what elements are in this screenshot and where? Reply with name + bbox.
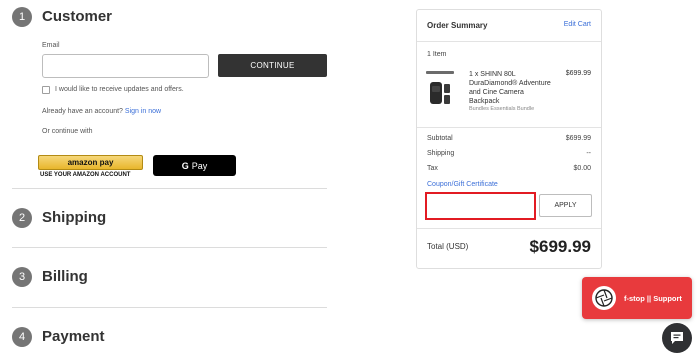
or-continue-text: Or continue with xyxy=(42,128,93,135)
product-price: $699.99 xyxy=(565,70,591,77)
subtotal-label: Subtotal xyxy=(427,135,453,142)
step-number-payment: 4 xyxy=(12,327,32,347)
edit-cart-link[interactable]: Edit Cart xyxy=(564,21,591,28)
aperture-logo-icon xyxy=(592,286,616,310)
newsletter-checkbox[interactable] xyxy=(42,86,50,94)
google-g-icon: G xyxy=(181,160,189,171)
summary-divider xyxy=(417,228,601,229)
amazon-caption: USE YOUR AMAZON ACCOUNT xyxy=(40,172,131,178)
step-divider xyxy=(12,247,327,248)
step-divider xyxy=(12,307,327,308)
backpack-thumbnail-icon xyxy=(426,71,454,104)
step-title-customer: Customer xyxy=(42,8,113,25)
coupon-input[interactable] xyxy=(425,192,536,220)
item-count: 1 Item xyxy=(427,51,447,58)
step-title-payment[interactable]: Payment xyxy=(42,328,105,345)
tax-value: $0.00 xyxy=(573,165,591,172)
google-pay-label: Pay xyxy=(191,160,208,171)
summary-divider xyxy=(417,41,601,42)
step-divider xyxy=(12,188,327,189)
email-field[interactable] xyxy=(42,54,209,78)
support-label: f-stop || Support xyxy=(624,293,682,303)
product-name: 1 x SHINN 80L DuraDiamond® Adventure and… xyxy=(469,71,551,105)
email-label: Email xyxy=(42,42,60,49)
step-title-shipping[interactable]: Shipping xyxy=(42,209,106,226)
chat-bubble-icon[interactable] xyxy=(662,323,692,353)
apply-coupon-button[interactable]: APPLY xyxy=(539,194,592,217)
coupon-link[interactable]: Coupon/Gift Certificate xyxy=(427,181,498,188)
continue-button[interactable]: CONTINUE xyxy=(218,54,327,77)
account-prompt: Already have an account? Sign in now xyxy=(42,108,161,115)
tax-label: Tax xyxy=(427,165,438,172)
total-value: $699.99 xyxy=(529,237,591,256)
newsletter-label: I would like to receive updates and offe… xyxy=(55,86,184,93)
shipping-label: Shipping xyxy=(427,150,455,157)
step-number-shipping: 2 xyxy=(12,208,32,228)
shipping-value: -- xyxy=(586,150,591,157)
total-label: Total (USD) xyxy=(427,242,469,251)
step-title-billing[interactable]: Billing xyxy=(42,268,88,285)
account-prompt-text: Already have an account? xyxy=(42,108,123,115)
step-number-billing: 3 xyxy=(12,267,32,287)
amazon-pay-label: amazon pay xyxy=(67,158,114,167)
subtotal-value: $699.99 xyxy=(565,135,591,142)
product-bundle: Bundles Essentials Bundle xyxy=(469,106,535,112)
order-summary-title: Order Summary xyxy=(427,21,488,30)
google-pay-button[interactable]: G Pay xyxy=(153,155,236,176)
amazon-pay-button[interactable]: amazon pay xyxy=(38,155,143,170)
summary-divider xyxy=(417,127,601,128)
step-number-customer: 1 xyxy=(12,7,32,27)
order-summary-panel: Order Summary Edit Cart 1 Item 1 x SHINN… xyxy=(416,9,602,269)
sign-in-link[interactable]: Sign in now xyxy=(125,108,161,115)
support-button[interactable]: f-stop || Support xyxy=(582,277,692,319)
